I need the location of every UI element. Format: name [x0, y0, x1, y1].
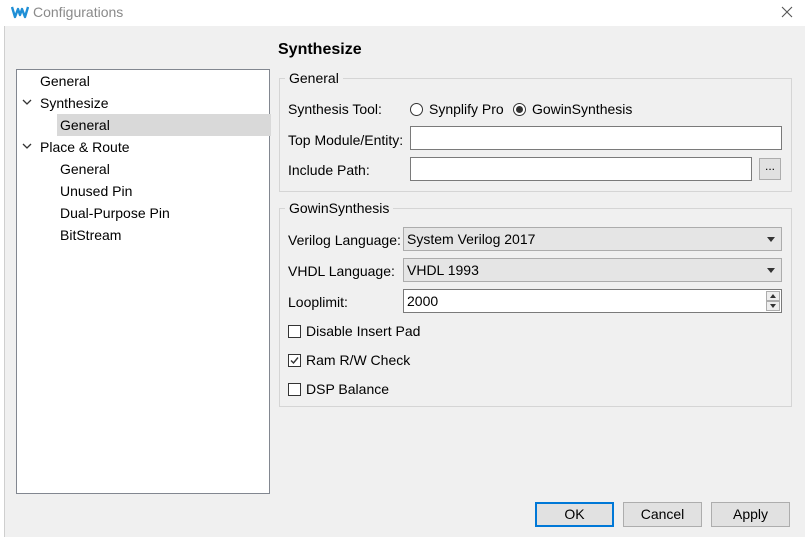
looplimit-label: Looplimit: [288, 294, 348, 310]
checkbox-label: Disable Insert Pad [306, 323, 421, 339]
group-legend: GowinSynthesis [285, 200, 394, 216]
tree-item-bitstream[interactable]: BitStream [57, 224, 257, 246]
cancel-button[interactable]: Cancel [623, 502, 702, 527]
tree-item-general[interactable]: General [17, 70, 269, 92]
checkbox-label: Ram R/W Check [306, 352, 411, 368]
synthesis-tool-label: Synthesis Tool: [288, 101, 382, 117]
tree-item-label: BitStream [60, 227, 122, 243]
looplimit-spinbox[interactable]: 2000 [403, 289, 782, 313]
chevron-down-icon[interactable] [22, 97, 32, 107]
gowin-logo-icon [11, 6, 29, 19]
background-window-edge [0, 26, 5, 537]
checkbox-label: DSP Balance [306, 381, 390, 397]
tree-item-synthesize-general[interactable]: General [57, 114, 271, 136]
tree-item-label: Place & Route [40, 139, 130, 155]
select-value: VHDL 1993 [407, 262, 479, 278]
tree-item-label: General [40, 73, 90, 89]
tree-item-unused-pin[interactable]: Unused Pin [57, 180, 257, 202]
title-bar: Configurations [0, 0, 805, 26]
page-title: Synthesize [278, 41, 362, 58]
browse-button[interactable]: ... [759, 158, 781, 180]
ok-button[interactable]: OK [535, 502, 614, 527]
window-title: Configurations [33, 4, 124, 20]
tree-item-label: Unused Pin [60, 183, 133, 199]
spin-down-icon[interactable] [766, 301, 780, 311]
tree-item-label: Dual-Purpose Pin [60, 205, 170, 221]
configurations-dialog: Configurations General Synthesize Genera… [0, 0, 805, 537]
top-module-label: Top Module/Entity: [288, 132, 404, 148]
dropdown-arrow-icon [767, 268, 775, 273]
checkbox[interactable] [288, 325, 301, 338]
tree-item-label: Synthesize [40, 95, 109, 111]
include-path-input[interactable] [410, 157, 752, 181]
close-icon [781, 6, 793, 18]
settings-tree[interactable]: General Synthesize General Place & Route… [16, 69, 271, 494]
tree-item-label: General [60, 117, 110, 133]
select-value: System Verilog 2017 [407, 231, 536, 247]
radio-button[interactable] [410, 103, 423, 116]
tree-item-place-route[interactable]: Place & Route [17, 136, 269, 158]
dropdown-arrow-icon [767, 237, 775, 242]
chevron-down-icon[interactable] [22, 141, 32, 151]
checkmark-icon [290, 357, 299, 365]
group-legend: General [285, 70, 343, 86]
checkbox[interactable] [288, 354, 301, 367]
verilog-language-select[interactable]: System Verilog 2017 [403, 227, 782, 251]
close-button[interactable] [769, 0, 805, 24]
apply-button[interactable]: Apply [711, 502, 790, 527]
radio-label: Synplify Pro [429, 101, 504, 117]
checkbox[interactable] [288, 383, 301, 396]
tree-item-synthesize[interactable]: Synthesize [17, 92, 269, 114]
verilog-language-label: Verilog Language: [288, 232, 401, 248]
radio-label: GowinSynthesis [532, 101, 633, 117]
radio-button[interactable] [513, 103, 526, 116]
vhdl-language-select[interactable]: VHDL 1993 [403, 258, 782, 282]
tree-item-label: General [60, 161, 110, 177]
spinbox-value: 2000 [407, 293, 439, 309]
top-module-input[interactable] [410, 126, 782, 150]
vhdl-language-label: VHDL Language: [288, 263, 395, 279]
tree-item-pr-general[interactable]: General [57, 158, 257, 180]
tree-item-dual-purpose-pin[interactable]: Dual-Purpose Pin [57, 202, 257, 224]
spin-up-icon[interactable] [766, 291, 780, 301]
include-path-label: Include Path: [288, 162, 370, 178]
spinbox-buttons [766, 291, 780, 311]
